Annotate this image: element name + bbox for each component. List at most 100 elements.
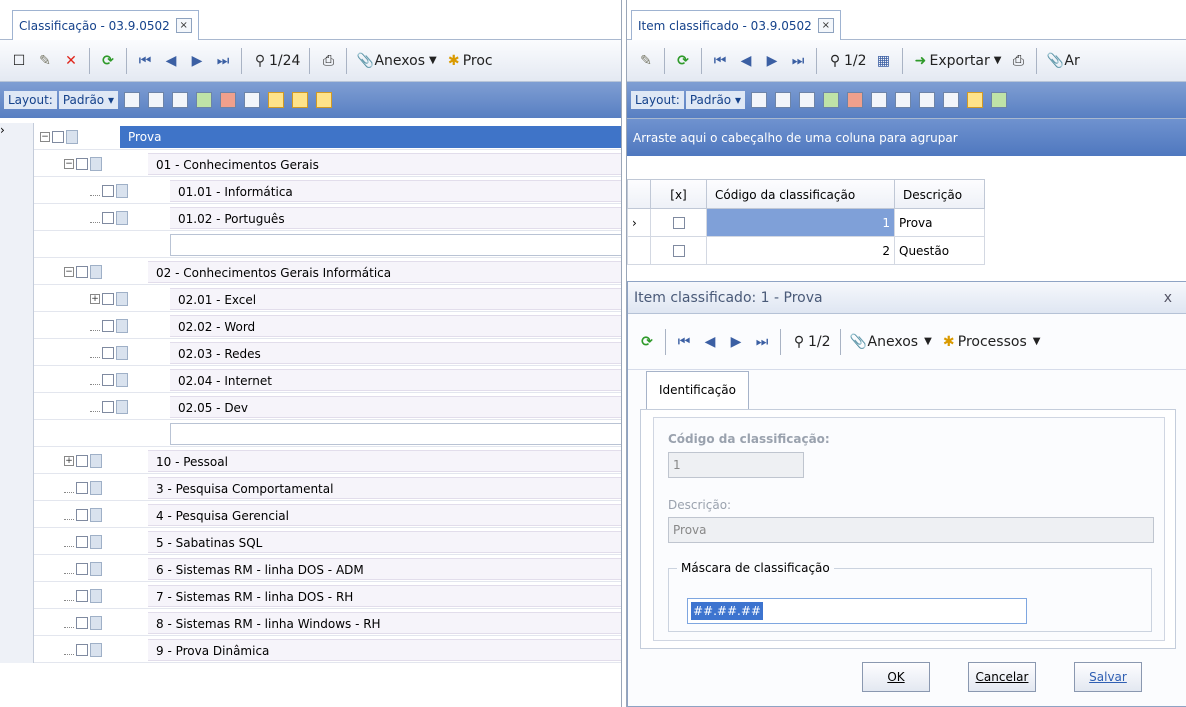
- ok-button[interactable]: OK: [862, 662, 930, 692]
- tree-item[interactable]: 9 - Prova Dinâmica: [0, 636, 621, 663]
- anexos-menu[interactable]: 📎 Anexos ▼: [352, 46, 440, 76]
- layout-view2-icon[interactable]: [990, 92, 1007, 108]
- cancelar-button[interactable]: Cancelar: [968, 662, 1036, 692]
- expand-toggle-icon[interactable]: +: [90, 294, 100, 304]
- tree-checkbox[interactable]: [76, 644, 88, 656]
- tree-new-row[interactable]: [0, 231, 621, 258]
- tree-checkbox[interactable]: [102, 212, 114, 224]
- tree-checkbox[interactable]: [102, 293, 114, 305]
- tree-item[interactable]: 8 - Sistemas RM - linha Windows - RH: [0, 609, 621, 636]
- layout-preset-dropdown[interactable]: Padrão ▾: [685, 91, 745, 109]
- edit-record-button[interactable]: ✎: [633, 46, 659, 76]
- expand-toggle-icon[interactable]: −: [40, 132, 50, 142]
- previous-record-button[interactable]: ◀: [158, 46, 184, 76]
- tree-item[interactable]: 4 - Pesquisa Gerencial: [0, 501, 621, 528]
- expand-toggle-icon[interactable]: +: [64, 456, 74, 466]
- tree-item[interactable]: 01.02 - Português: [0, 204, 621, 231]
- tree-checkbox[interactable]: [76, 617, 88, 629]
- layout-export-icon[interactable]: [219, 92, 236, 108]
- tree-checkbox[interactable]: [102, 185, 114, 197]
- codigo-field[interactable]: 1: [668, 452, 804, 478]
- layout-save-icon[interactable]: [123, 92, 140, 108]
- tree-checkbox[interactable]: [76, 455, 88, 467]
- tree-item[interactable]: +02.01 - Excel: [0, 285, 621, 312]
- anexos-menu[interactable]: 📎 Ar: [1042, 46, 1083, 76]
- tree-item[interactable]: 02.02 - Word: [0, 312, 621, 339]
- layout-filter-icon[interactable]: [918, 92, 935, 108]
- salvar-button[interactable]: Salvar: [1074, 662, 1142, 692]
- tree-item[interactable]: › − Prova: [0, 123, 621, 150]
- tree-item[interactable]: +10 - Pessoal: [0, 447, 621, 474]
- row-checkbox[interactable]: [672, 216, 685, 229]
- tree-new-row[interactable]: [0, 420, 621, 447]
- layout-grid-icon[interactable]: [798, 92, 815, 108]
- processos-menu[interactable]: ✱ Proc: [441, 46, 497, 76]
- tree-item[interactable]: 6 - Sistemas RM - linha DOS - ADM: [0, 555, 621, 582]
- layout-sum-icon[interactable]: [894, 92, 911, 108]
- close-dialog-icon[interactable]: x: [1164, 282, 1172, 314]
- processos-menu[interactable]: ✱ Processos ▼: [936, 327, 1045, 357]
- layout-view3-icon[interactable]: [315, 92, 332, 108]
- descricao-field[interactable]: Prova: [668, 517, 1154, 543]
- mascara-input[interactable]: ##.##.##: [687, 598, 1027, 624]
- tab-classificacao[interactable]: Classificação - 03.9.0502 ×: [12, 10, 199, 40]
- tree-checkbox[interactable]: [102, 320, 114, 332]
- tab-item-classificado[interactable]: Item classificado - 03.9.0502 ×: [631, 10, 841, 40]
- layout-chart-icon[interactable]: [942, 92, 959, 108]
- layout-view2-icon[interactable]: [291, 92, 308, 108]
- calendar-button[interactable]: ▦: [871, 46, 897, 76]
- header-descricao[interactable]: Descrição: [895, 179, 985, 209]
- tree-item[interactable]: − 01 - Conhecimentos Gerais: [0, 150, 621, 177]
- tree-checkbox[interactable]: [76, 563, 88, 575]
- previous-record-button[interactable]: ◀: [733, 46, 759, 76]
- layout-copy-icon[interactable]: [774, 92, 791, 108]
- layout-columns-icon[interactable]: [243, 92, 260, 108]
- next-record-button[interactable]: ▶: [723, 327, 749, 357]
- tree-item[interactable]: − 02 - Conhecimentos Gerais Informática: [0, 258, 621, 285]
- tree-checkbox[interactable]: [52, 131, 64, 143]
- expand-toggle-icon[interactable]: −: [64, 267, 74, 277]
- next-record-button[interactable]: ▶: [184, 46, 210, 76]
- layout-import-icon[interactable]: [195, 92, 212, 108]
- tree-checkbox[interactable]: [76, 266, 88, 278]
- row-checkbox-cell[interactable]: [651, 209, 707, 237]
- tree-item[interactable]: 01.01 - Informática: [0, 177, 621, 204]
- next-record-button[interactable]: ▶: [759, 46, 785, 76]
- tree-item[interactable]: 02.04 - Internet: [0, 366, 621, 393]
- layout-copy-icon[interactable]: [147, 92, 164, 108]
- first-record-button[interactable]: ⏮: [671, 327, 697, 357]
- refresh-button[interactable]: ⟳: [670, 46, 696, 76]
- header-codigo[interactable]: Código da classificação: [707, 179, 895, 209]
- print-button[interactable]: ⎙: [315, 46, 341, 76]
- table-row[interactable]: 2 Questão: [627, 237, 985, 265]
- group-by-area[interactable]: Arraste aqui o cabeçalho de uma coluna p…: [627, 118, 1186, 156]
- first-record-button[interactable]: ⏮: [707, 46, 733, 76]
- new-record-button[interactable]: ☐: [6, 46, 32, 76]
- find-button[interactable]: ⚲ 1/2: [786, 327, 835, 357]
- tree-checkbox[interactable]: [102, 401, 114, 413]
- layout-preset-dropdown[interactable]: Padrão ▾: [58, 91, 118, 109]
- close-tab-icon[interactable]: ×: [175, 18, 192, 33]
- refresh-button[interactable]: ⟳: [634, 327, 660, 357]
- print-button[interactable]: ⎙: [1005, 46, 1031, 76]
- close-tab-icon[interactable]: ×: [817, 18, 834, 33]
- tree-item[interactable]: 02.05 - Dev: [0, 393, 621, 420]
- last-record-button[interactable]: ⏭: [749, 327, 775, 357]
- layout-save-icon[interactable]: [750, 92, 767, 108]
- tree-checkbox[interactable]: [76, 482, 88, 494]
- tree-item[interactable]: 7 - Sistemas RM - linha DOS - RH: [0, 582, 621, 609]
- layout-grid-icon[interactable]: [171, 92, 188, 108]
- tree-item[interactable]: 3 - Pesquisa Comportamental: [0, 474, 621, 501]
- tree-checkbox[interactable]: [76, 509, 88, 521]
- tree-item[interactable]: 02.03 - Redes: [0, 339, 621, 366]
- exportar-menu[interactable]: ➜ Exportar ▼: [908, 46, 1006, 76]
- table-row[interactable]: › 1 Prova: [627, 209, 985, 237]
- tree-item[interactable]: 5 - Sabatinas SQL: [0, 528, 621, 555]
- tree-checkbox[interactable]: [76, 158, 88, 170]
- layout-view1-icon[interactable]: [267, 92, 284, 108]
- layout-view1-icon[interactable]: [966, 92, 983, 108]
- tree-checkbox[interactable]: [76, 590, 88, 602]
- row-checkbox[interactable]: [672, 244, 685, 257]
- header-select[interactable]: [x]: [651, 179, 707, 209]
- last-record-button[interactable]: ⏭: [785, 46, 811, 76]
